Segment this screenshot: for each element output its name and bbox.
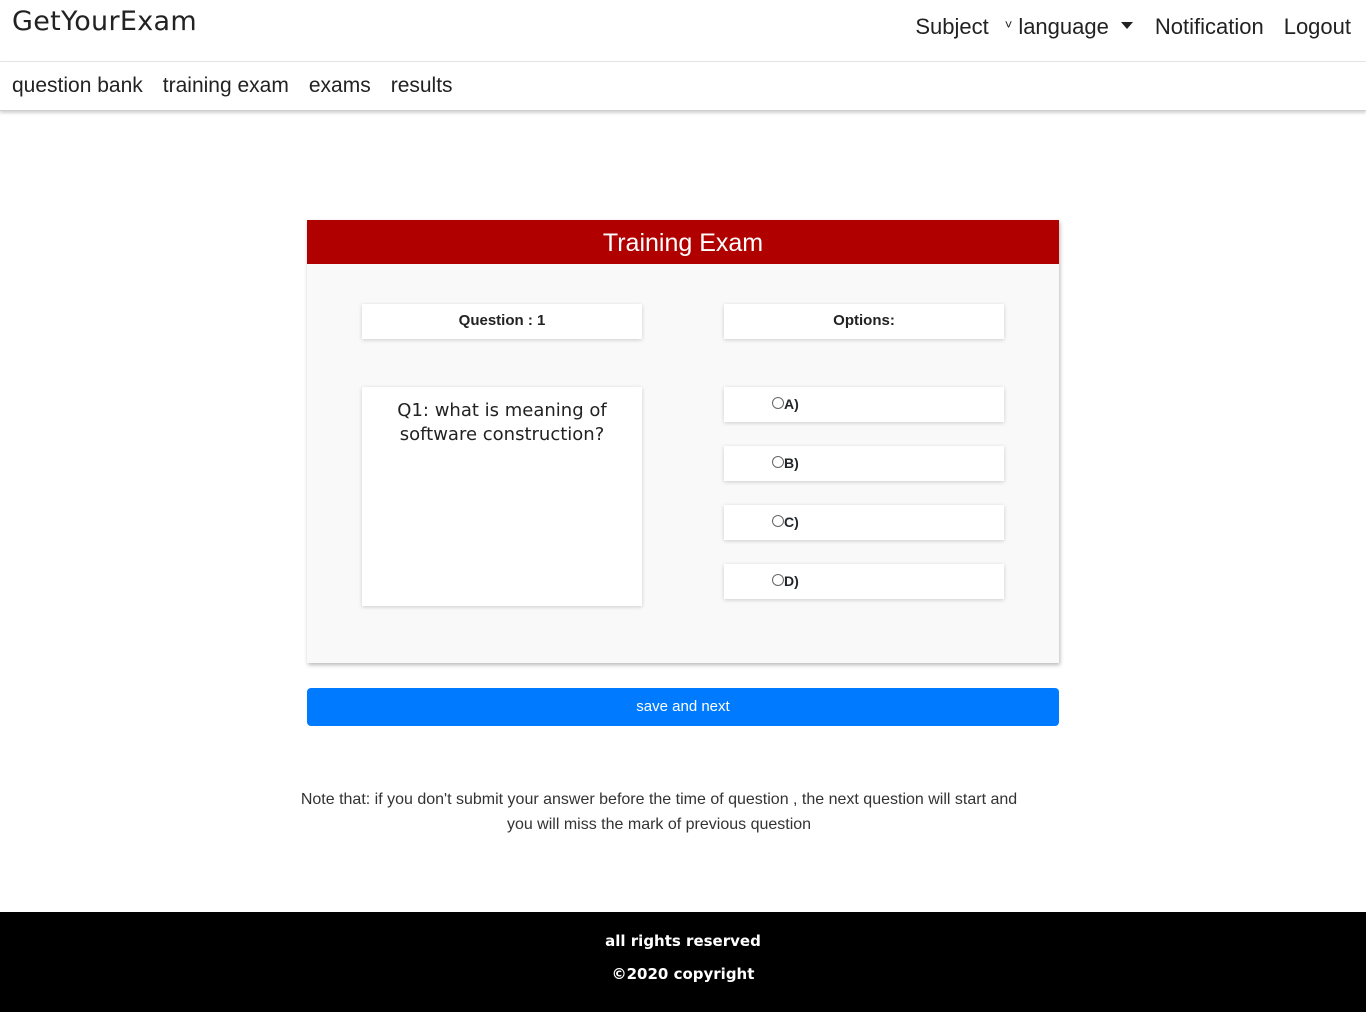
chevron-down-icon: ˅ bbox=[1004, 16, 1013, 32]
brand-logo[interactable]: GetYourExam bbox=[12, 6, 197, 37]
option-d[interactable]: D) bbox=[724, 564, 1004, 599]
logout-label: Logout bbox=[1283, 14, 1351, 39]
save-and-next-button[interactable]: save and next bbox=[307, 688, 1059, 726]
top-nav-menu: Subject ˅ language Notification Logout bbox=[895, 14, 1351, 40]
exam-note: Note that: if you don't submit your answ… bbox=[300, 791, 1018, 833]
radio-button-a[interactable] bbox=[772, 397, 784, 410]
footer-rights: all rights reserved bbox=[605, 932, 761, 950]
option-a-label: A) bbox=[784, 396, 799, 412]
nav-exams[interactable]: exams bbox=[309, 74, 371, 98]
radio-button-b[interactable] bbox=[772, 456, 784, 469]
option-c-label: C) bbox=[784, 514, 799, 530]
logout-link[interactable]: Logout bbox=[1284, 14, 1351, 40]
options-header: Options: bbox=[724, 304, 1004, 339]
radio-button-d[interactable] bbox=[772, 574, 784, 587]
option-c[interactable]: C) bbox=[724, 505, 1004, 540]
secondary-navbar: question bank training exam exams result… bbox=[0, 62, 1366, 111]
footer-copyright: ©2020 copyright bbox=[611, 965, 755, 983]
question-text: Q1: what is meaning of software construc… bbox=[362, 387, 642, 606]
nav-question-bank[interactable]: question bank bbox=[12, 74, 143, 98]
question-header: Question : 1 bbox=[362, 304, 642, 339]
option-a[interactable]: A) bbox=[724, 387, 1004, 422]
notification-link[interactable]: Notification bbox=[1155, 14, 1264, 40]
subject-menu[interactable]: Subject ˅ bbox=[915, 14, 1012, 40]
language-label: language bbox=[1018, 14, 1109, 39]
option-d-label: D) bbox=[784, 573, 799, 589]
option-b[interactable]: B) bbox=[724, 446, 1004, 481]
footer: all rights reserved ©2020 copyright bbox=[0, 912, 1366, 1012]
radio-button-c[interactable] bbox=[772, 515, 784, 528]
option-b-label: B) bbox=[784, 455, 799, 471]
caret-down-icon bbox=[1120, 21, 1133, 29]
nav-training-exam[interactable]: training exam bbox=[163, 74, 289, 98]
exam-title: Training Exam bbox=[307, 220, 1059, 264]
top-navbar: GetYourExam Subject ˅ language Notificat… bbox=[0, 0, 1366, 62]
notification-label: Notification bbox=[1154, 14, 1264, 39]
subject-label: Subject bbox=[915, 14, 989, 39]
language-dropdown[interactable]: language bbox=[1018, 14, 1133, 40]
exam-card: Training Exam Question : 1 Options: Q1: … bbox=[307, 220, 1059, 663]
nav-results[interactable]: results bbox=[391, 74, 453, 98]
